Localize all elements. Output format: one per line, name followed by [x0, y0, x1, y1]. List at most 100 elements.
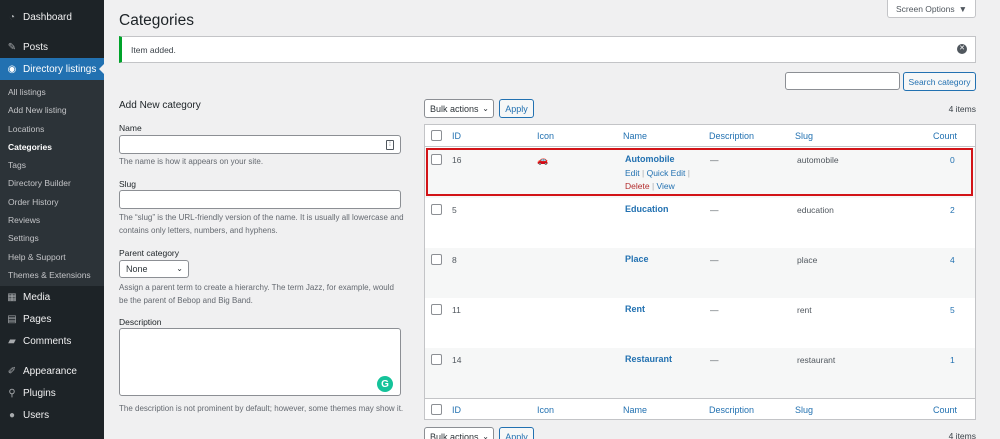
column-description[interactable]: Description [709, 405, 754, 415]
menu-label: Pages [23, 313, 52, 325]
add-new-category-heading: Add New category [119, 100, 201, 111]
menu-item-users[interactable]: ● Users [0, 404, 104, 426]
name-label: Name [119, 123, 142, 133]
search-category-input[interactable] [785, 72, 900, 90]
menu-label: Posts [23, 41, 49, 53]
submenu-item-categories[interactable]: Categories [0, 138, 104, 156]
column-name[interactable]: Name [623, 405, 647, 415]
submenu-item-reviews[interactable]: Reviews [0, 211, 104, 229]
parent-category-value: None [126, 264, 148, 274]
directory-submenu: All listings Add New listing Locations C… [0, 80, 104, 287]
menu-label: Media [23, 291, 51, 303]
column-slug[interactable]: Slug [795, 405, 813, 415]
submenu-item-help-support[interactable]: Help & Support [0, 248, 104, 266]
submenu-item-themes-extensions[interactable]: Themes & Extensions [0, 266, 104, 284]
table-row: 8 Place — place 4 [425, 248, 975, 298]
bulk-actions-value: Bulk actions [430, 431, 479, 439]
column-id[interactable]: ID [452, 405, 461, 415]
pushpin-icon: ✎ [7, 41, 17, 53]
table-row: 14 Restaurant — restaurant 1 [425, 348, 975, 398]
slug-label: Slug [119, 179, 137, 189]
select-all-checkbox[interactable] [431, 130, 442, 141]
menu-item-appearance[interactable]: ✐ Appearance [0, 360, 104, 382]
row-checkbox[interactable] [431, 304, 442, 315]
row-description: — [710, 255, 719, 265]
notice-text: Item added. [131, 44, 176, 55]
bulk-actions-select[interactable]: Bulk actions ⌄ [424, 99, 494, 118]
slug-input[interactable] [119, 190, 401, 209]
chevron-down-icon: ⌄ [482, 104, 489, 113]
row-checkbox[interactable] [431, 254, 442, 265]
row-count-link[interactable]: 4 [950, 255, 955, 265]
row-slug: restaurant [797, 355, 836, 365]
name-input[interactable]: ⁞ [119, 135, 401, 154]
column-count[interactable]: Count [933, 405, 957, 415]
menu-item-directory-listings[interactable]: ◉ Directory listings [0, 58, 105, 80]
submenu-item-settings[interactable]: Settings [0, 229, 104, 247]
chevron-down-icon: ⌄ [176, 264, 183, 273]
parent-category-select[interactable]: None ⌄ [119, 260, 189, 278]
row-checkbox[interactable] [431, 354, 442, 365]
menu-item-comments[interactable]: ▰ Comments [0, 330, 104, 352]
dashboard-icon: ◔ [8, 11, 16, 23]
apply-button[interactable]: Apply [499, 99, 534, 118]
row-id: 8 [452, 255, 457, 265]
description-help: The description is not prominent by defa… [119, 404, 404, 413]
menu-item-posts[interactable]: ✎ Posts [0, 36, 104, 58]
row-description: — [710, 205, 719, 215]
row-slug: place [797, 255, 818, 265]
row-checkbox[interactable] [431, 204, 442, 215]
menu-label: Users [23, 409, 50, 421]
success-notice: Item added. ✕ [119, 36, 976, 63]
column-id[interactable]: ID [452, 131, 461, 141]
highlight-box [426, 148, 973, 196]
select-all-checkbox[interactable] [431, 404, 442, 415]
row-name-link[interactable]: Rent [625, 304, 645, 314]
menu-label: Appearance [23, 365, 77, 377]
column-count[interactable]: Count [933, 131, 957, 141]
row-count-link[interactable]: 1 [950, 355, 955, 365]
dismiss-icon[interactable]: ✕ [957, 44, 967, 54]
row-count-link[interactable]: 5 [950, 305, 955, 315]
table-row: 11 Rent — rent 5 [425, 298, 975, 348]
users-icon: ● [8, 409, 16, 421]
screen-options-label: Screen Options [895, 3, 955, 14]
submenu-item-locations[interactable]: Locations [0, 120, 104, 138]
row-name-link[interactable]: Place [625, 254, 649, 264]
parent-help: Assign a parent term to create a hierarc… [119, 283, 394, 305]
apply-button-bottom[interactable]: Apply [499, 427, 534, 439]
screen-options-button[interactable]: Screen Options ▼ [887, 0, 976, 18]
row-name-link[interactable]: Education [625, 204, 669, 214]
menu-item-media[interactable]: ▦ Media [0, 286, 104, 308]
menu-item-plugins[interactable]: ⚲ Plugins [0, 382, 104, 404]
bulk-actions-select-bottom[interactable]: Bulk actions ⌄ [424, 427, 494, 439]
submenu-item-add-new-listing[interactable]: Add New listing [0, 101, 104, 119]
submenu-item-directory-builder[interactable]: Directory Builder [0, 174, 104, 192]
search-category-button[interactable]: Search category [903, 72, 976, 91]
row-description: — [710, 355, 719, 365]
menu-item-dashboard[interactable]: ◔ Dashboard [0, 6, 104, 28]
row-count-link[interactable]: 2 [950, 205, 955, 215]
row-name-link[interactable]: Restaurant [625, 354, 672, 364]
menu-item-pages[interactable]: ▤ Pages [0, 308, 104, 330]
comments-icon: ▰ [8, 335, 16, 347]
submenu-item-order-history[interactable]: Order History [0, 193, 104, 211]
row-id: 14 [452, 355, 462, 365]
name-help: The name is how it appears on your site. [119, 157, 264, 166]
description-textarea[interactable] [119, 328, 401, 396]
parent-category-label: Parent category [119, 248, 180, 258]
column-description[interactable]: Description [709, 131, 754, 141]
row-id: 5 [452, 205, 457, 215]
row-description: — [710, 305, 719, 315]
row-id: 11 [452, 305, 461, 315]
column-name[interactable]: Name [623, 131, 647, 141]
items-count: 4 items [948, 104, 976, 114]
grammarly-icon[interactable]: G [377, 376, 393, 392]
submenu-item-tags[interactable]: Tags [0, 156, 104, 174]
column-icon: Icon [537, 131, 555, 141]
submenu-item-all-listings[interactable]: All listings [0, 83, 104, 101]
pages-icon: ▤ [7, 313, 17, 325]
autofill-icon[interactable]: ⁞ [386, 140, 394, 150]
column-slug[interactable]: Slug [795, 131, 813, 141]
table-footer: ID Icon Name Description Slug Count [425, 398, 975, 420]
